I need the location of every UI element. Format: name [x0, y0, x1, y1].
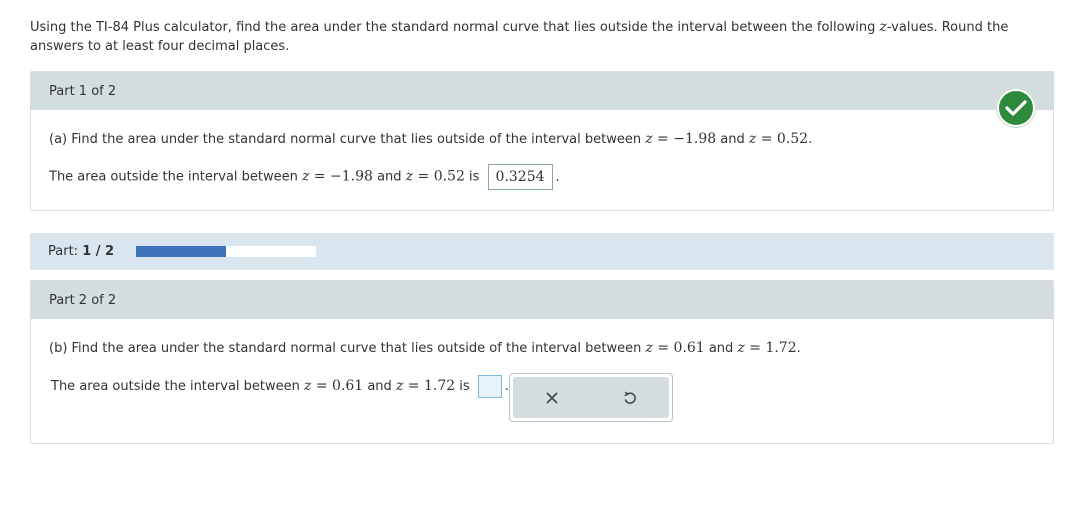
part2-header: Part 2 of 2 — [31, 281, 1053, 319]
undo-button[interactable] — [610, 383, 650, 413]
part1-question: (a) Find the area under the standard nor… — [49, 131, 813, 147]
progress-track — [136, 246, 316, 257]
correct-check-icon — [997, 89, 1035, 127]
part1-panel: Part 1 of 2 (a) Find the area under the … — [30, 71, 1054, 211]
progress-fill — [136, 246, 226, 257]
progress-count: 1 / 2 — [82, 244, 115, 259]
instructions: Using the TI-84 Plus calculator, find th… — [30, 19, 1009, 54]
part2-answer-line: The area outside the interval between z … — [51, 375, 509, 398]
close-icon — [546, 391, 558, 404]
part2-question: (b) Find the area under the standard nor… — [49, 340, 801, 356]
part2-answer-input[interactable] — [477, 375, 502, 398]
part1-header: Part 1 of 2 — [31, 72, 1053, 110]
answer-toolbox — [509, 373, 673, 422]
part1-answer-line: The area outside the interval between z … — [49, 164, 560, 190]
clear-button[interactable] — [532, 383, 572, 413]
part1-answer-field: 0.3254 — [487, 164, 553, 190]
part-progress: Part: 1 / 2 — [30, 233, 1054, 270]
undo-icon — [624, 390, 636, 404]
